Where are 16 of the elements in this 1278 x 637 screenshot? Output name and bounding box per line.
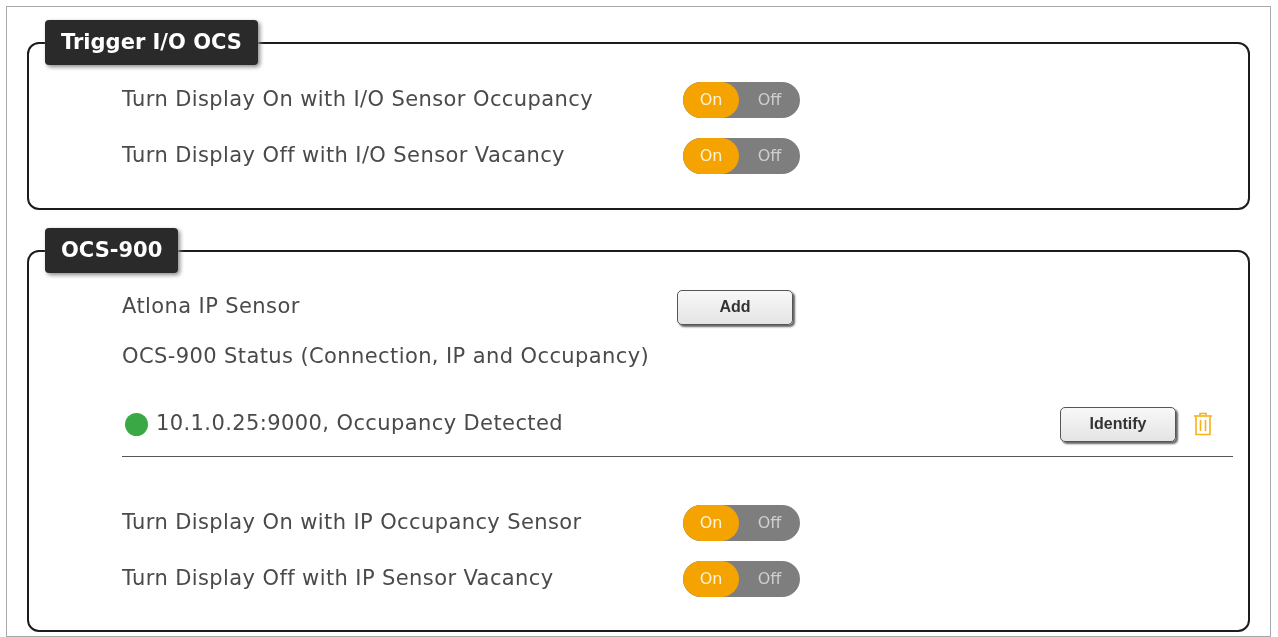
on-off-toggle[interactable]: On Off [683,138,800,174]
setting-label: Turn Display On with I/O Sensor Occupancy [122,86,594,114]
setting-label: Turn Display On with IP Occupancy Sensor [122,509,583,537]
setting-label: Atlona IP Sensor [122,293,301,321]
setting-label: Turn Display Off with I/O Sensor Vacancy [122,142,566,170]
trash-icon[interactable] [1193,412,1213,436]
on-off-toggle[interactable]: On Off [683,82,800,118]
on-off-toggle[interactable]: On Off [683,505,800,541]
group-title: Trigger I/O OCS [45,20,258,65]
identify-button[interactable]: Identify [1060,406,1176,442]
group-title: OCS-900 [45,228,179,273]
add-button[interactable]: Add [677,289,793,325]
on-off-toggle[interactable]: On Off [683,561,800,597]
status-heading: OCS-900 Status (Connection, IP and Occupancy) [122,343,650,371]
setting-label: Turn Display Off with IP Sensor Vacancy [122,565,555,593]
sensor-status-text: 10.1.0.25:9000, Occupancy Detected [156,410,564,438]
